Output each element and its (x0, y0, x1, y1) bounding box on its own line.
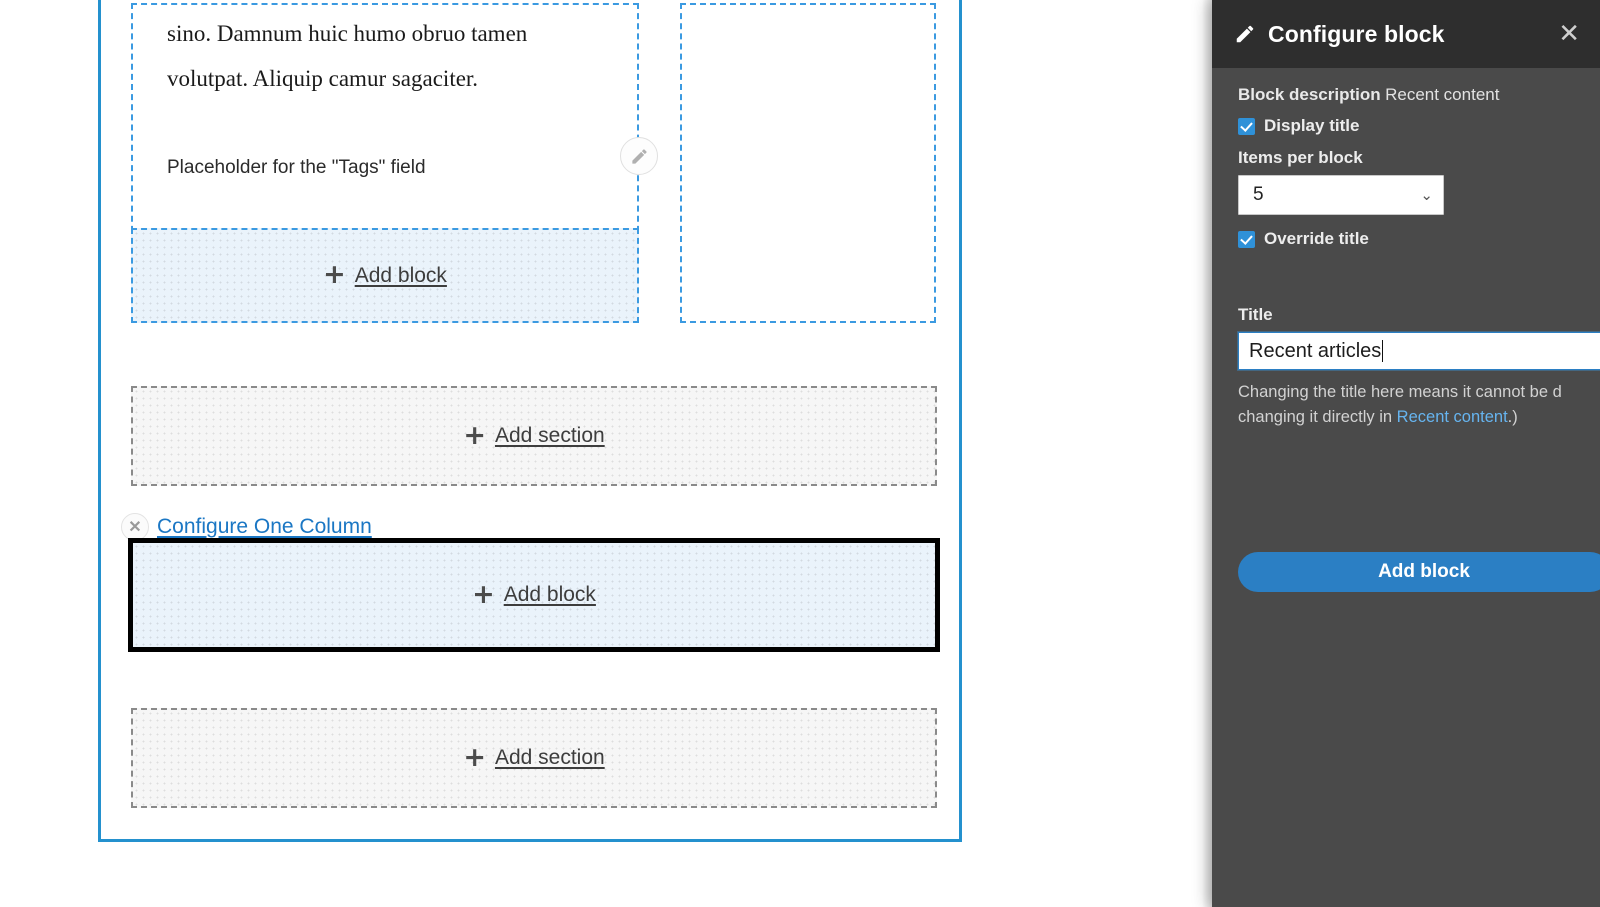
add-block-label: Add block (354, 263, 447, 287)
block-description-label: Block description (1238, 85, 1381, 104)
title-help-line2-suffix: .) (1507, 408, 1518, 426)
add-section-zone-top-inner: + Add section (463, 419, 605, 451)
block-description-row: Block description Recent content (1238, 85, 1600, 105)
panel-header: Configure block ✕ (1212, 0, 1600, 68)
items-per-block-select[interactable]: 5 ⌄ (1238, 175, 1444, 215)
display-title-label: Display title (1264, 116, 1360, 135)
text-cursor (1382, 340, 1384, 362)
title-input-value: Recent articles (1249, 339, 1382, 362)
panel-title: Configure block (1268, 20, 1445, 47)
override-title-checkbox[interactable] (1238, 230, 1255, 248)
plus-icon: + (463, 419, 486, 451)
chevron-down-icon: ⌄ (1420, 186, 1433, 204)
add-section-label: Add section (494, 424, 605, 447)
tags-field-placeholder: Placeholder for the "Tags" field (167, 157, 426, 178)
pencil-icon[interactable] (620, 137, 658, 175)
plus-icon: + (472, 578, 495, 610)
items-per-block-label: Items per block (1238, 148, 1363, 167)
configure-one-column-row: ✕ Configure One Column (121, 513, 372, 541)
title-help-text: Changing the title here means it cannot … (1238, 380, 1600, 430)
panel-shadow (1202, 0, 1212, 907)
configure-block-panel: Configure block ✕ Block description Rece… (1212, 0, 1600, 907)
plus-icon: + (463, 741, 486, 773)
add-block-button[interactable]: Add block (1238, 552, 1600, 592)
configure-one-column-link[interactable]: Configure One Column (157, 515, 372, 539)
title-help-line1: Changing the title here means it cannot … (1238, 383, 1562, 401)
items-per-block-value: 5 (1253, 184, 1264, 205)
title-help-line2: changing it directly in Recent content.) (1238, 405, 1600, 430)
layout-builder-canvas: sino. Damnum huic humo obruo tamen volut… (0, 0, 1190, 907)
title-input[interactable]: Recent articles (1238, 332, 1600, 370)
title-help-line2-prefix: changing it directly in (1238, 408, 1397, 426)
override-title-checkbox-row[interactable]: Override title (1238, 229, 1600, 249)
recent-content-link[interactable]: Recent content (1397, 408, 1508, 426)
add-block-zone-first-column[interactable]: + Add block (131, 228, 639, 323)
add-block-zone-selected[interactable]: + Add block (128, 538, 940, 652)
close-x-icon[interactable]: ✕ (121, 513, 149, 541)
panel-body: Block description Recent content Display… (1212, 68, 1600, 592)
plus-icon: + (323, 259, 346, 290)
title-field-label: Title (1238, 305, 1273, 324)
add-block-label: Add block (503, 583, 596, 606)
add-section-zone-top[interactable]: + Add section (131, 386, 937, 486)
body-paragraph: sino. Damnum huic humo obruo tamen volut… (167, 21, 528, 91)
add-section-zone-bottom[interactable]: + Add section (131, 708, 937, 808)
screen-root: sino. Damnum huic humo obruo tamen volut… (0, 0, 1600, 907)
override-title-label: Override title (1264, 229, 1369, 248)
display-title-checkbox-row[interactable]: Display title (1238, 116, 1600, 136)
layout-region-second-column[interactable] (680, 3, 936, 323)
add-section-zone-bottom-inner: + Add section (463, 741, 605, 773)
close-icon[interactable]: ✕ (1558, 21, 1580, 47)
title-field-group: Title Recent articles Changing the title… (1238, 305, 1600, 430)
display-title-checkbox[interactable] (1238, 117, 1255, 135)
add-block-zone-first-column-inner: + Add block (323, 259, 447, 290)
add-section-label: Add section (494, 746, 605, 769)
pencil-icon (1234, 23, 1256, 45)
add-block-zone-selected-inner: + Add block (472, 578, 596, 610)
layout-frame: sino. Damnum huic humo obruo tamen volut… (98, 0, 962, 842)
block-description-value: Recent content (1385, 85, 1500, 104)
